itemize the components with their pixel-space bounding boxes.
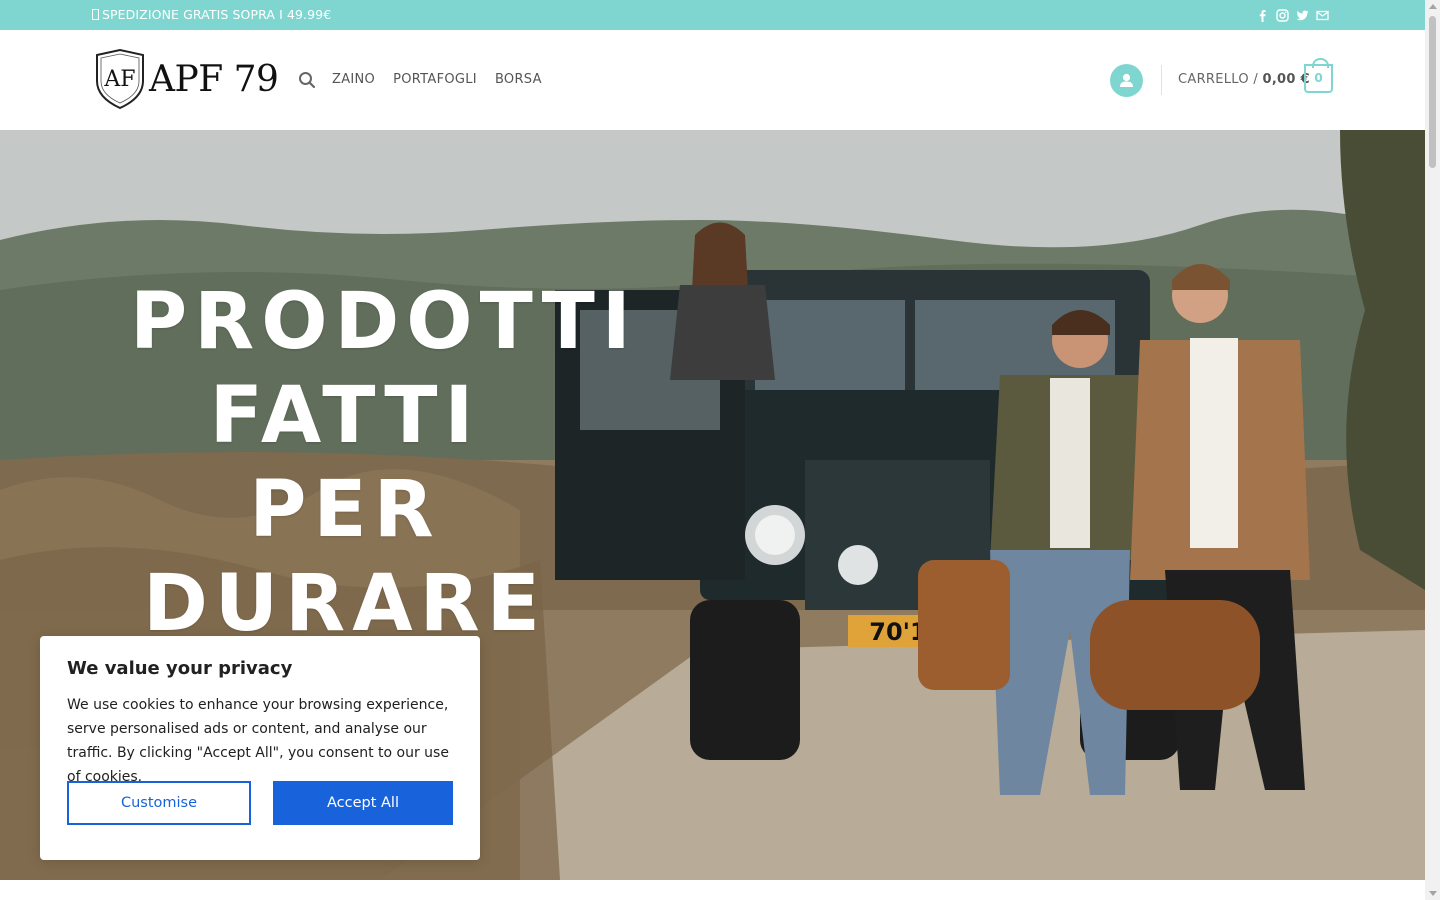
cookie-description: We use cookies to enhance your browsing … — [67, 697, 449, 785]
cart-count: 0 — [1314, 71, 1323, 85]
social-links — [1256, 7, 1329, 22]
site-logo[interactable]: AF APF 79 — [93, 49, 279, 109]
facebook-icon[interactable] — [1256, 7, 1269, 22]
shipping-message-text: SPEDIZIONE GRATIS SOPRA I 49.99€ — [102, 7, 332, 22]
scroll-up-arrow-icon[interactable] — [1429, 4, 1437, 9]
top-bar: SPEDIZIONE GRATIS SOPRA I 49.99€ — [0, 0, 1425, 30]
cookie-title: We value your privacy — [67, 658, 293, 679]
hero-line-2: FATTI — [209, 371, 481, 461]
cart-total: 0,00 € — [1262, 72, 1310, 87]
nav-item-zaino[interactable]: ZAINO — [332, 72, 375, 87]
site-header: AF APF 79 ZAINO PORTAFOGLI BORSA CARRELL… — [0, 30, 1425, 130]
page: SPEDIZIONE GRATIS SOPRA I 49.99€ AF APF … — [0, 0, 1440, 900]
main-nav: ZAINO PORTAFOGLI BORSA — [332, 72, 542, 87]
user-icon — [1120, 73, 1133, 87]
cart-label: CARRELLO / — [1178, 72, 1259, 87]
cookie-consent-dialog: We value your privacy We use cookies to … — [40, 636, 480, 860]
twitter-icon[interactable] — [1296, 7, 1309, 21]
shipping-message: SPEDIZIONE GRATIS SOPRA I 49.99€ — [92, 7, 331, 22]
customise-button[interactable]: Customise — [67, 781, 251, 825]
scroll-down-arrow-icon[interactable] — [1429, 891, 1437, 896]
nav-item-portafogli[interactable]: PORTAFOGLI — [393, 72, 477, 87]
cookie-actions: Customise Accept All — [67, 781, 453, 825]
hero-headline: PRODOTTI FATTI PER DURARE — [130, 275, 638, 651]
hero-line-3: PER — [249, 465, 441, 555]
page-scrollbar[interactable] — [1425, 0, 1440, 900]
scrollbar-thumb[interactable] — [1429, 16, 1436, 168]
account-button[interactable] — [1110, 64, 1143, 97]
search-icon[interactable] — [298, 71, 316, 89]
logo-shield-icon: AF — [96, 49, 144, 109]
accept-all-button[interactable]: Accept All — [273, 781, 453, 825]
nav-item-borsa[interactable]: BORSA — [495, 72, 542, 87]
header-divider — [1161, 65, 1162, 95]
instagram-icon[interactable] — [1276, 7, 1289, 22]
missing-glyph-icon — [92, 9, 99, 20]
logo-badge-text: AF — [103, 67, 135, 92]
logo-wordmark: APF 79 — [149, 58, 279, 100]
cart-bag-icon[interactable]: 0 — [1304, 58, 1333, 93]
hero-line-1: PRODOTTI — [130, 277, 638, 367]
cart-link[interactable]: CARRELLO / 0,00 € — [1178, 72, 1310, 87]
mail-icon[interactable] — [1316, 7, 1329, 21]
